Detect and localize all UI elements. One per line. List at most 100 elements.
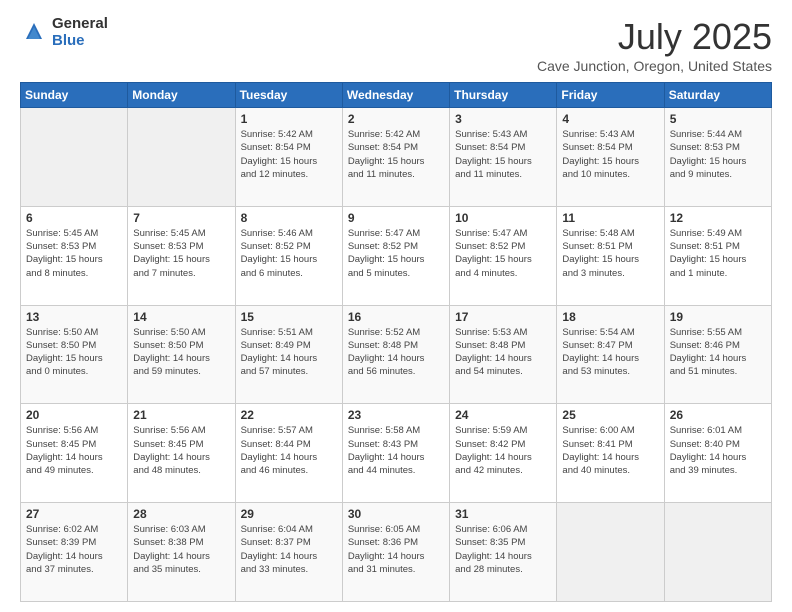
day-info: Sunrise: 5:46 AM Sunset: 8:52 PM Dayligh…	[241, 227, 337, 280]
calendar-cell: 11Sunrise: 5:48 AM Sunset: 8:51 PM Dayli…	[557, 206, 664, 305]
calendar-week-1: 1 Sunrise: 5:42 AM Sunset: 8:54 PM Daylig…	[21, 108, 772, 207]
day-number: 23	[348, 408, 444, 422]
calendar-header-saturday: Saturday	[664, 83, 771, 108]
calendar-cell: 30Sunrise: 6:05 AM Sunset: 8:36 PM Dayli…	[342, 503, 449, 602]
day-info: Sunrise: 5:42 AM Sunset: 8:54 PM Dayligh…	[348, 128, 444, 181]
day-info: Sunrise: 5:43 AM Sunset: 8:54 PM Dayligh…	[562, 128, 658, 181]
calendar-cell: 4 Sunrise: 5:43 AM Sunset: 8:54 PM Daylig…	[557, 108, 664, 207]
calendar-header-row: SundayMondayTuesdayWednesdayThursdayFrid…	[21, 83, 772, 108]
calendar-cell: 5Sunrise: 5:44 AM Sunset: 8:53 PM Daylig…	[664, 108, 771, 207]
calendar-cell: 16 Sunrise: 5:52 AM Sunset: 8:48 PM Dayli…	[342, 305, 449, 404]
day-info: Sunrise: 5:58 AM Sunset: 8:43 PM Dayligh…	[348, 424, 444, 477]
day-number: 6	[26, 211, 122, 225]
day-number: 2	[348, 112, 444, 126]
day-number: 28	[133, 507, 229, 521]
calendar-cell	[664, 503, 771, 602]
day-number: 8	[241, 211, 337, 225]
calendar-cell: 18Sunrise: 5:54 AM Sunset: 8:47 PM Dayli…	[557, 305, 664, 404]
subtitle: Cave Junction, Oregon, United States	[537, 58, 772, 74]
calendar-cell: 8 Sunrise: 5:46 AM Sunset: 8:52 PM Daylig…	[235, 206, 342, 305]
calendar-cell: 28 Sunrise: 6:03 AM Sunset: 8:38 PM Dayli…	[128, 503, 235, 602]
calendar-cell: 27 Sunrise: 6:02 AM Sunset: 8:39 PM Dayli…	[21, 503, 128, 602]
day-number: 1	[241, 112, 337, 126]
calendar-cell: 26Sunrise: 6:01 AM Sunset: 8:40 PM Dayli…	[664, 404, 771, 503]
day-info: Sunrise: 5:59 AM Sunset: 8:42 PM Dayligh…	[455, 424, 551, 477]
day-number: 25	[562, 408, 658, 422]
day-info: Sunrise: 6:03 AM Sunset: 8:38 PM Dayligh…	[133, 523, 229, 576]
calendar-header-monday: Monday	[128, 83, 235, 108]
calendar-cell: 13Sunrise: 5:50 AM Sunset: 8:50 PM Dayli…	[21, 305, 128, 404]
day-info: Sunrise: 5:56 AM Sunset: 8:45 PM Dayligh…	[133, 424, 229, 477]
day-info: Sunrise: 5:44 AM Sunset: 8:53 PM Dayligh…	[670, 128, 766, 181]
calendar-cell	[21, 108, 128, 207]
day-number: 16	[348, 310, 444, 324]
day-number: 21	[133, 408, 229, 422]
logo-text: General Blue	[52, 16, 108, 49]
calendar-cell: 29 Sunrise: 6:04 AM Sunset: 8:37 PM Dayli…	[235, 503, 342, 602]
day-info: Sunrise: 6:02 AM Sunset: 8:39 PM Dayligh…	[26, 523, 122, 576]
day-number: 7	[133, 211, 229, 225]
calendar-cell: 23 Sunrise: 5:58 AM Sunset: 8:43 PM Dayli…	[342, 404, 449, 503]
day-number: 27	[26, 507, 122, 521]
day-number: 14	[133, 310, 229, 324]
day-number: 22	[241, 408, 337, 422]
calendar-header-wednesday: Wednesday	[342, 83, 449, 108]
day-number: 4	[562, 112, 658, 126]
calendar-cell: 17 Sunrise: 5:53 AM Sunset: 8:48 PM Dayli…	[450, 305, 557, 404]
day-info: Sunrise: 5:50 AM Sunset: 8:50 PM Dayligh…	[26, 326, 122, 379]
calendar-cell: 21 Sunrise: 5:56 AM Sunset: 8:45 PM Dayli…	[128, 404, 235, 503]
calendar-cell: 20Sunrise: 5:56 AM Sunset: 8:45 PM Dayli…	[21, 404, 128, 503]
calendar-cell: 2 Sunrise: 5:42 AM Sunset: 8:54 PM Daylig…	[342, 108, 449, 207]
calendar-cell: 15Sunrise: 5:51 AM Sunset: 8:49 PM Dayli…	[235, 305, 342, 404]
calendar-week-2: 6 Sunrise: 5:45 AM Sunset: 8:53 PM Daylig…	[21, 206, 772, 305]
page: General Blue July 2025 Cave Junction, Or…	[0, 0, 792, 612]
day-info: Sunrise: 5:42 AM Sunset: 8:54 PM Dayligh…	[241, 128, 337, 181]
day-number: 10	[455, 211, 551, 225]
day-info: Sunrise: 6:04 AM Sunset: 8:37 PM Dayligh…	[241, 523, 337, 576]
calendar-week-5: 27 Sunrise: 6:02 AM Sunset: 8:39 PM Dayli…	[21, 503, 772, 602]
calendar-header-friday: Friday	[557, 83, 664, 108]
day-number: 29	[241, 507, 337, 521]
day-info: Sunrise: 5:57 AM Sunset: 8:44 PM Dayligh…	[241, 424, 337, 477]
header: General Blue July 2025 Cave Junction, Or…	[20, 16, 772, 74]
day-number: 24	[455, 408, 551, 422]
calendar-cell: 12 Sunrise: 5:49 AM Sunset: 8:51 PM Dayli…	[664, 206, 771, 305]
day-info: Sunrise: 5:53 AM Sunset: 8:48 PM Dayligh…	[455, 326, 551, 379]
calendar-header-tuesday: Tuesday	[235, 83, 342, 108]
day-info: Sunrise: 5:50 AM Sunset: 8:50 PM Dayligh…	[133, 326, 229, 379]
day-info: Sunrise: 6:05 AM Sunset: 8:36 PM Dayligh…	[348, 523, 444, 576]
day-number: 20	[26, 408, 122, 422]
calendar-cell: 14 Sunrise: 5:50 AM Sunset: 8:50 PM Dayli…	[128, 305, 235, 404]
day-info: Sunrise: 6:00 AM Sunset: 8:41 PM Dayligh…	[562, 424, 658, 477]
day-number: 31	[455, 507, 551, 521]
day-number: 18	[562, 310, 658, 324]
calendar-cell: 9Sunrise: 5:47 AM Sunset: 8:52 PM Daylig…	[342, 206, 449, 305]
calendar-cell: 1 Sunrise: 5:42 AM Sunset: 8:54 PM Daylig…	[235, 108, 342, 207]
day-number: 19	[670, 310, 766, 324]
title-block: July 2025 Cave Junction, Oregon, United …	[537, 16, 772, 74]
calendar-header-thursday: Thursday	[450, 83, 557, 108]
day-number: 12	[670, 211, 766, 225]
day-info: Sunrise: 5:43 AM Sunset: 8:54 PM Dayligh…	[455, 128, 551, 181]
calendar-cell: 24 Sunrise: 5:59 AM Sunset: 8:42 PM Dayli…	[450, 404, 557, 503]
day-number: 17	[455, 310, 551, 324]
day-number: 3	[455, 112, 551, 126]
day-number: 26	[670, 408, 766, 422]
calendar-cell: 25 Sunrise: 6:00 AM Sunset: 8:41 PM Dayli…	[557, 404, 664, 503]
day-info: Sunrise: 5:49 AM Sunset: 8:51 PM Dayligh…	[670, 227, 766, 280]
calendar-cell: 7 Sunrise: 5:45 AM Sunset: 8:53 PM Daylig…	[128, 206, 235, 305]
calendar-header-sunday: Sunday	[21, 83, 128, 108]
logo-icon	[20, 19, 48, 47]
calendar-cell	[557, 503, 664, 602]
calendar-cell: 19 Sunrise: 5:55 AM Sunset: 8:46 PM Dayli…	[664, 305, 771, 404]
calendar-table: SundayMondayTuesdayWednesdayThursdayFrid…	[20, 82, 772, 602]
logo-general-label: General	[52, 16, 108, 33]
day-info: Sunrise: 5:45 AM Sunset: 8:53 PM Dayligh…	[133, 227, 229, 280]
calendar-cell: 10Sunrise: 5:47 AM Sunset: 8:52 PM Dayli…	[450, 206, 557, 305]
day-info: Sunrise: 5:55 AM Sunset: 8:46 PM Dayligh…	[670, 326, 766, 379]
calendar-cell: 31Sunrise: 6:06 AM Sunset: 8:35 PM Dayli…	[450, 503, 557, 602]
logo: General Blue	[20, 16, 108, 49]
day-info: Sunrise: 5:52 AM Sunset: 8:48 PM Dayligh…	[348, 326, 444, 379]
calendar-cell: 3 Sunrise: 5:43 AM Sunset: 8:54 PM Daylig…	[450, 108, 557, 207]
day-number: 15	[241, 310, 337, 324]
